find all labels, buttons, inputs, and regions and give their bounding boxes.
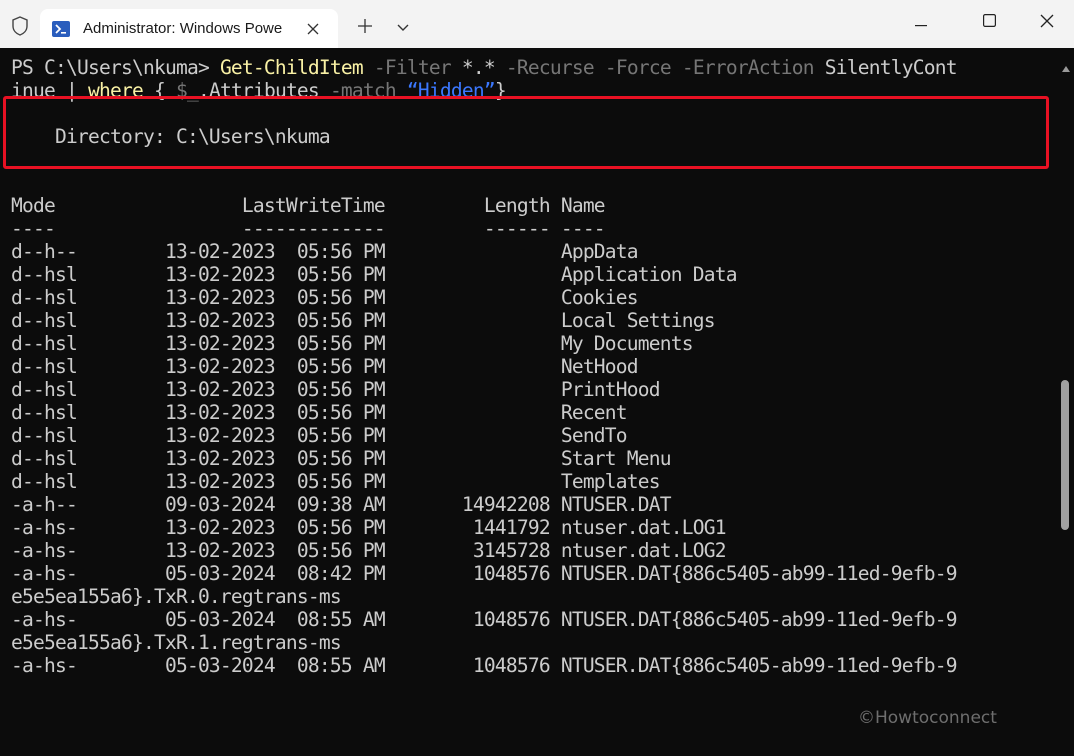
column-separator: ---- ------------- ------ ---- bbox=[11, 217, 606, 240]
window-close-button[interactable] bbox=[1024, 0, 1070, 46]
listing-row: -a-h-- 09-03-2024 09:38 AM 14942208 NTUS… bbox=[11, 493, 672, 516]
arg-filter: *.* bbox=[450, 56, 496, 79]
command-line-1: PS C:\Users\nkuma> Get-ChildItem -Filter… bbox=[11, 56, 958, 79]
listing-row: d--hsl 13-02-2023 05:56 PM Cookies bbox=[11, 286, 639, 309]
param-recurse: -Recurse bbox=[494, 56, 595, 79]
listing-row: -a-hs- 05-03-2024 08:55 AM 1048576 NTUSE… bbox=[11, 654, 958, 677]
shield-icon bbox=[9, 15, 31, 37]
listing-row: d--hsl 13-02-2023 05:56 PM PrintHood bbox=[11, 378, 661, 401]
listing-row: -a-hs- 05-03-2024 08:42 PM 1048576 NTUSE… bbox=[11, 562, 958, 585]
powershell-icon bbox=[52, 20, 70, 38]
minimize-button[interactable] bbox=[898, 0, 944, 46]
title-bar: Administrator: Windows Powe bbox=[0, 0, 1074, 48]
listing-row: d--hsl 13-02-2023 05:56 PM My Documents bbox=[11, 332, 694, 355]
command-highlight-box bbox=[3, 96, 1049, 169]
listing-row: d--hsl 13-02-2023 05:56 PM Application D… bbox=[11, 263, 738, 286]
scroll-up-arrow-icon[interactable] bbox=[1061, 60, 1071, 72]
listing-row-wrap: e5e5ea155a6}.TxR.1.regtrans-ms bbox=[11, 631, 342, 654]
maximize-button[interactable] bbox=[966, 0, 1012, 46]
listing-row: -a-hs- 13-02-2023 05:56 PM 1441792 ntuse… bbox=[11, 516, 727, 539]
listing-row: d--hsl 13-02-2023 05:56 PM Local Setting… bbox=[11, 309, 716, 332]
listing-row: -a-hs- 13-02-2023 05:56 PM 3145728 ntuse… bbox=[11, 539, 727, 562]
window-close-icon bbox=[1040, 14, 1054, 33]
watermark: ©Howtoconnect bbox=[858, 708, 997, 728]
param-force: -Force bbox=[593, 56, 672, 79]
listing-row: d--hsl 13-02-2023 05:56 PM Templates bbox=[11, 470, 661, 493]
plus-icon bbox=[358, 18, 372, 38]
param-filter: -Filter bbox=[362, 56, 452, 79]
scrollbar-thumb[interactable] bbox=[1061, 380, 1069, 530]
tab-powershell[interactable]: Administrator: Windows Powe bbox=[40, 9, 338, 48]
listing-row-wrap: e5e5ea155a6}.TxR.0.regtrans-ms bbox=[11, 585, 342, 608]
maximize-icon bbox=[982, 14, 996, 32]
tab-title: Administrator: Windows Powe bbox=[83, 20, 283, 37]
listing-row: -a-hs- 05-03-2024 08:55 AM 1048576 NTUSE… bbox=[11, 608, 958, 631]
param-erroraction: -ErrorAction bbox=[670, 56, 815, 79]
prompt: PS C:\Users\nkuma> bbox=[11, 56, 220, 79]
listing-row: d--hsl 13-02-2023 05:56 PM Recent bbox=[11, 401, 628, 424]
column-header: Mode LastWriteTime Length Name bbox=[11, 194, 606, 217]
chevron-down-icon bbox=[397, 19, 409, 37]
new-tab-button[interactable] bbox=[352, 15, 378, 41]
listing-row: d--hsl 13-02-2023 05:56 PM NetHood bbox=[11, 355, 639, 378]
close-icon[interactable] bbox=[302, 18, 324, 40]
tab-dropdown-button[interactable] bbox=[392, 15, 414, 41]
listing-row: d--hsl 13-02-2023 05:56 PM SendTo bbox=[11, 424, 628, 447]
listing-row: d--hsl 13-02-2023 05:56 PM Start Menu bbox=[11, 447, 672, 470]
listing-row: d--h-- 13-02-2023 05:56 PM AppData bbox=[11, 240, 639, 263]
arg-erroraction: SilentlyCont bbox=[813, 56, 958, 79]
cmdlet: Get-ChildItem bbox=[219, 56, 364, 79]
minimize-icon bbox=[915, 14, 927, 32]
